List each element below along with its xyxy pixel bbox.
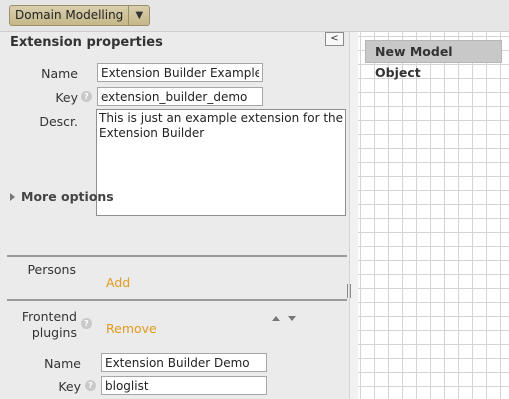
top-toolbar: Domain Modelling ▼	[0, 0, 509, 32]
collapse-panel-button[interactable]: <	[325, 32, 344, 46]
description-textarea[interactable]: This is just an example extension for th…	[96, 109, 346, 216]
dropdown-arrow-icon[interactable]: ▼	[129, 6, 149, 25]
help-icon[interactable]: ?	[81, 318, 92, 329]
move-up-arrow-icon[interactable]	[272, 316, 280, 321]
expand-triangle-icon	[10, 192, 15, 201]
resize-grip[interactable]	[347, 284, 351, 298]
remove-plugin-link[interactable]: Remove	[106, 321, 157, 336]
key-label: Key	[55, 90, 78, 105]
plugin-name-label: Name	[44, 356, 81, 371]
modelling-canvas[interactable]	[358, 32, 509, 399]
persons-label: Persons	[27, 262, 76, 277]
plugin-key-input[interactable]	[101, 376, 267, 395]
add-person-link[interactable]: Add	[106, 275, 130, 290]
description-label: Descr.	[39, 114, 78, 129]
panel-title: Extension properties	[10, 35, 163, 50]
new-model-object-button[interactable]: New Model Object	[365, 40, 502, 80]
help-icon[interactable]: ?	[85, 380, 96, 391]
more-options-label: More options	[21, 189, 114, 204]
plugin-name-input[interactable]	[101, 353, 267, 372]
plugin-key-label: Key	[58, 379, 81, 394]
key-input[interactable]	[97, 87, 263, 106]
frontend-plugins-label-line2: plugins	[31, 325, 77, 340]
section-divider	[7, 299, 347, 301]
name-input[interactable]	[97, 63, 263, 82]
more-options-toggle[interactable]: More options	[10, 189, 114, 204]
module-selector[interactable]: Domain Modelling ▼	[9, 5, 151, 26]
module-selector-label: Domain Modelling	[10, 6, 130, 25]
move-down-arrow-icon[interactable]	[288, 316, 296, 321]
frontend-plugins-label-line1: Frontend	[21, 309, 77, 324]
section-divider	[7, 255, 347, 257]
name-label: Name	[41, 66, 78, 81]
help-icon[interactable]: ?	[81, 91, 92, 102]
